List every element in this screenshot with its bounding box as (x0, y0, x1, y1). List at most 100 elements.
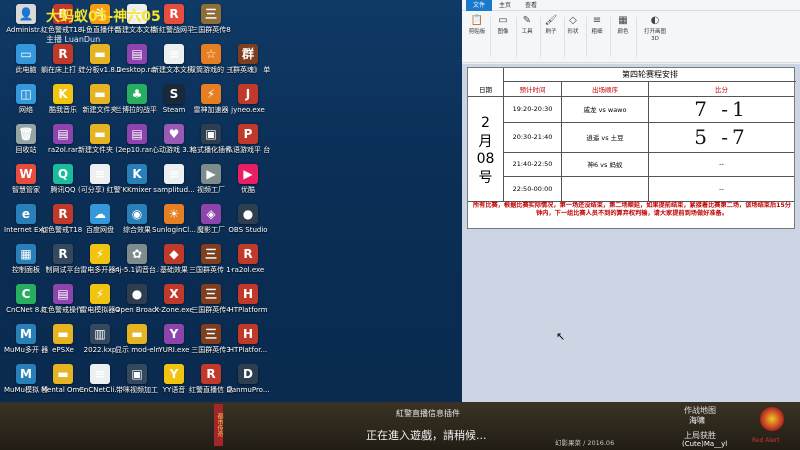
desktop-icon[interactable]: Jjyneo.exe (226, 82, 270, 122)
app-icon: R (53, 44, 73, 64)
app-icon: P (238, 124, 258, 144)
ribbon-label: 打开画图 3D (643, 29, 666, 42)
app-icon: H (238, 284, 258, 304)
mouse-cursor-icon: ↖ (556, 330, 566, 343)
app-icon: ♣ (127, 84, 147, 104)
app-icon: ◆ (164, 244, 184, 264)
header-score: 比分 (715, 86, 728, 94)
ribbon-label: 粗细 (591, 29, 603, 35)
app-icon: S (164, 84, 184, 104)
app-icon: ≡ (90, 164, 110, 184)
app-icon: R (164, 4, 184, 24)
ribbon-separator (610, 17, 611, 57)
desktop-icon-label: jyneo.exe (231, 106, 265, 114)
desktop-icon-label: HTPlatfor... (228, 346, 268, 354)
app-icon: ● (127, 284, 147, 304)
desktop-icon[interactable]: ▶ 优酷 (226, 162, 270, 202)
ribbon-separator (636, 17, 637, 57)
desktop-icon[interactable]: P 私语游戏平 台 (226, 122, 270, 162)
ribbon-pencil-group[interactable]: ✎ 工具 (516, 14, 538, 60)
ribbon-clipboard-group[interactable]: 📋 剪贴板 (466, 14, 488, 60)
date-month-number: 2 (481, 115, 490, 131)
date-month-char: 月 (478, 134, 493, 150)
schedule-score: -- (719, 160, 724, 168)
palette-icon: ▦ (618, 15, 628, 26)
paint-tab-bar: 文件 主页 查看 (462, 0, 800, 11)
desktop-icon[interactable]: H HTPlatform (226, 282, 270, 322)
schedule-time: 19:20-20:30 (512, 105, 553, 113)
schedule-match: 戚龙 vs wawo (583, 106, 627, 114)
app-icon: ⚡ (201, 84, 221, 104)
match-title: 大蚂蚁05-神六05 (46, 9, 161, 25)
schedule-time: 20:30-21:40 (512, 133, 553, 141)
tab-view[interactable]: 查看 (520, 0, 542, 11)
desktop-icon[interactable]: ● OBS Studio (226, 202, 270, 242)
app-icon: ▬ (90, 84, 110, 104)
schedule-time: 21:40-22:50 (512, 160, 553, 168)
ribbon-line-width-group[interactable]: ≡ 粗细 (586, 14, 608, 60)
app-icon: M (16, 324, 36, 344)
desktop-icon-label: 私语游戏平 台 (226, 146, 270, 154)
app-icon: ⚡ (90, 284, 110, 304)
ribbon-shapes-group[interactable]: ◇ 形状 (562, 14, 584, 60)
ribbon-label: 工具 (521, 29, 533, 35)
desktop-icon[interactable]: H HTPlatfor... (226, 322, 270, 362)
red-alert-logo-icon (760, 407, 784, 431)
schedule-image[interactable]: 第四轮赛程安排 日期 预计时间 出场顺序 比分 2 月 08 号 19:20-2… (467, 67, 796, 229)
app-icon: ♥ (164, 124, 184, 144)
map-name: 海啸 (689, 416, 705, 425)
app-icon: 三 (201, 324, 221, 344)
app-icon: 群 (238, 44, 258, 64)
app-icon: 三 (201, 4, 221, 24)
app-icon: J (238, 84, 258, 104)
ribbon-label: 形状 (567, 29, 579, 35)
schedule-score: 7 -1 (694, 97, 749, 121)
desktop-icon[interactable]: 三三国群英传8 (189, 2, 233, 42)
brush-icon: 🖌 (544, 15, 558, 26)
app-icon: H (238, 324, 258, 344)
tab-file[interactable]: 文件 (466, 0, 492, 11)
app-icon: R (201, 364, 221, 384)
image-icon: ▭ (498, 15, 508, 26)
app-icon: ▤ (127, 44, 147, 64)
desktop-icon-label: OBS Studio (228, 226, 268, 234)
desktop-icon[interactable]: Rra2ol.exe (226, 242, 270, 282)
schedule-match: 神6 vs 蚂蚁 (587, 161, 623, 169)
ribbon-brush-group[interactable]: 🖌 刷子 (540, 14, 562, 60)
app-icon: D (238, 364, 258, 384)
app-icon: ▬ (127, 324, 147, 344)
last-winner-name: (Cute)Ma__yl (682, 440, 728, 448)
app-icon: ☁ (90, 204, 110, 224)
desktop-icon-label: HTPlatform (228, 306, 268, 314)
schedule-score: -- (719, 184, 724, 193)
desktop-icon-label: 优酷 (241, 186, 255, 194)
app-icon: ≡ (164, 164, 184, 184)
app-icon: Q (53, 164, 73, 184)
header-date: 日期 (479, 86, 492, 94)
app-icon: W (16, 164, 36, 184)
ribbon-palette-group[interactable]: ▦ 颜色 (612, 14, 634, 60)
clipboard-icon: 📋 (470, 15, 484, 26)
app-icon: ▶ (238, 164, 258, 184)
app-icon: ▣ (127, 364, 147, 384)
desktop-icon-label: DanmuPro... (226, 386, 270, 394)
footer-credit: 幻影果菜 / 2016.06 (555, 439, 615, 447)
header-time: 预计时间 (519, 86, 546, 94)
app-icon: ☀ (164, 204, 184, 224)
desktop-icon[interactable]: D DanmuPro... (226, 362, 270, 402)
app-icon: 🗑 (16, 124, 36, 144)
header-order: 出场顺序 (592, 86, 618, 94)
app-icon: M (16, 364, 36, 384)
app-icon: ▬ (53, 324, 73, 344)
app-icon: ◉ (127, 204, 147, 224)
app-icon: ▦ (16, 244, 36, 264)
schedule-match (562, 176, 648, 201)
app-icon: ▶ (201, 164, 221, 184)
ribbon-paint3d-group[interactable]: ◐ 打开画图 3D (640, 14, 670, 60)
logo-caption: Red Alert (752, 437, 780, 444)
desktop-icon[interactable]: 群《群英魂》 单机版 (226, 42, 270, 82)
app-icon: Y (164, 364, 184, 384)
app-icon: ▤ (53, 284, 73, 304)
tab-home[interactable]: 主页 (494, 0, 516, 11)
ribbon-image-group[interactable]: ▭ 图像 (492, 14, 514, 60)
